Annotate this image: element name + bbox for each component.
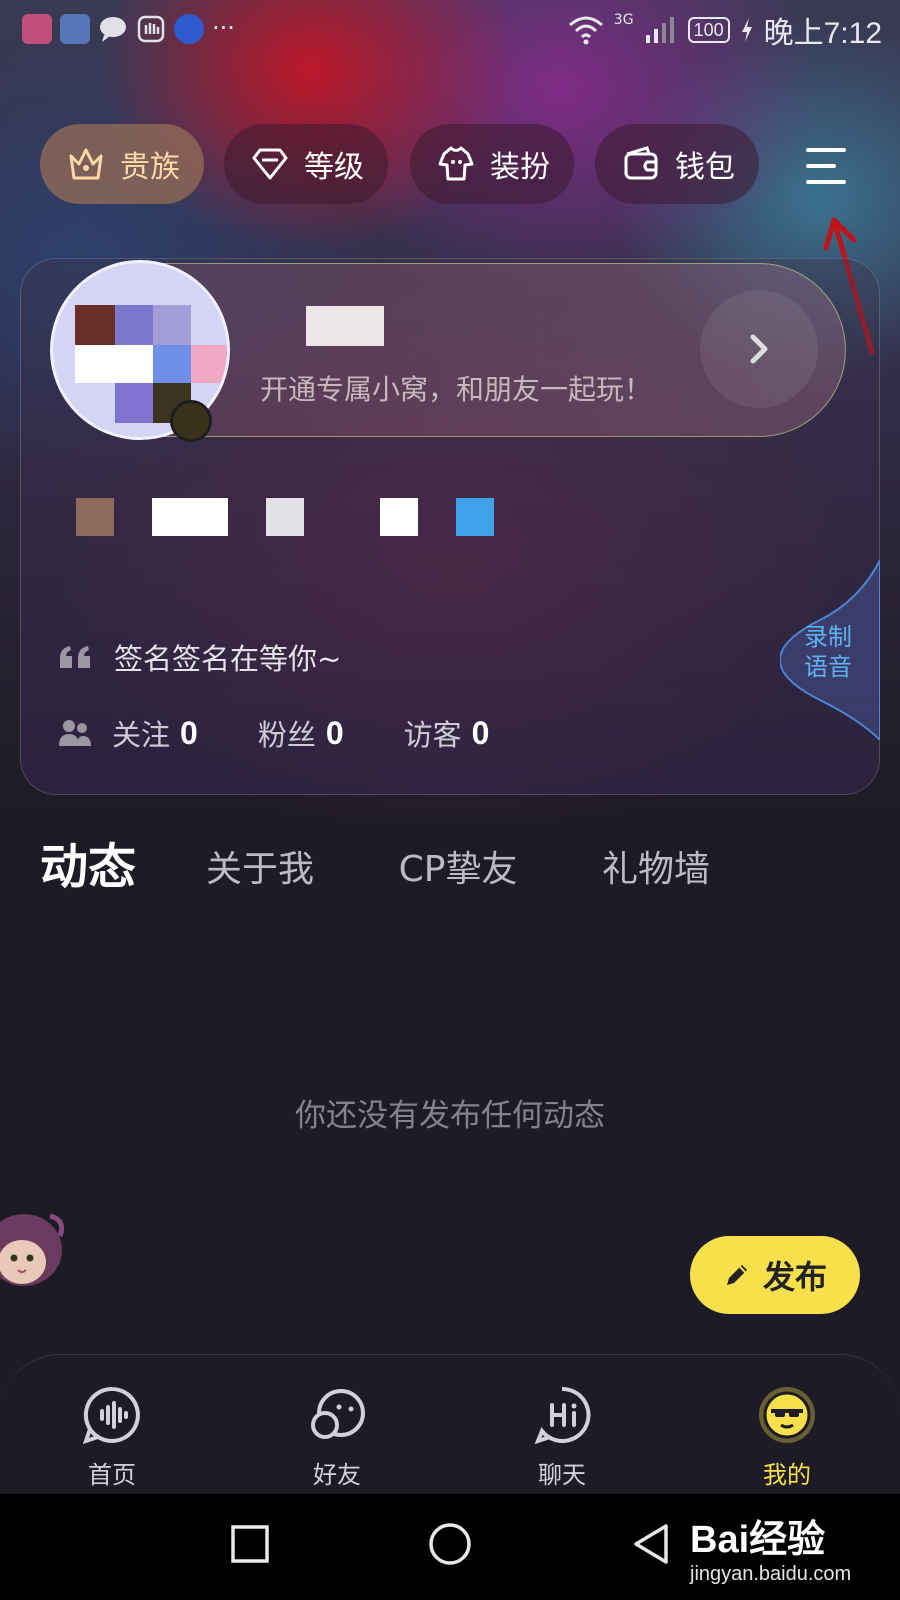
nav-home-label: 首页 — [88, 1461, 136, 1489]
signal-icon — [645, 17, 674, 43]
crown-icon — [64, 142, 108, 186]
outfit-button[interactable]: 装扮 — [410, 124, 574, 204]
record-voice-button[interactable]: 录制 语音 — [800, 622, 856, 682]
tab-about-me[interactable]: 关于我 — [200, 846, 320, 894]
badge — [266, 498, 304, 536]
friends-icon — [311, 1389, 365, 1439]
record-voice-line2: 语音 — [804, 653, 852, 681]
quote-icon — [60, 646, 90, 668]
battery-indicator: 100 — [687, 17, 730, 43]
outfit-icon — [434, 142, 478, 186]
back-icon[interactable] — [630, 1522, 674, 1566]
badge — [152, 498, 228, 536]
charging-icon — [741, 18, 752, 42]
following-label: 关注 — [112, 718, 171, 752]
message-notification-icon — [98, 14, 128, 44]
nav-friends[interactable]: 好友 — [277, 1385, 397, 1490]
app-notification-icon — [22, 14, 52, 44]
wallet-button[interactable]: 钱包 — [595, 124, 759, 204]
username-redacted — [306, 306, 384, 346]
nav-chat[interactable]: 聊天 — [502, 1385, 622, 1490]
outfit-label: 装扮 — [490, 150, 550, 185]
badge-row-redacted — [40, 480, 560, 590]
more-notifications: ··· — [212, 14, 235, 42]
badge — [76, 498, 114, 536]
wallet-icon — [619, 142, 663, 186]
noble-label: 贵族 — [120, 150, 180, 185]
menu-button[interactable] — [798, 138, 854, 194]
people-icon — [59, 720, 91, 746]
fans-stat[interactable]: 粉丝 0 — [258, 712, 344, 754]
nav-me[interactable]: 我的 — [727, 1385, 847, 1490]
weather-notification-icon — [174, 14, 204, 44]
nav-friends-label: 好友 — [313, 1461, 361, 1489]
hand-notification-icon — [136, 14, 166, 44]
fans-label: 粉丝 — [257, 718, 316, 752]
record-voice-line1: 录制 — [804, 623, 852, 651]
watermark-main: Bai经验 — [690, 1519, 826, 1561]
wallet-label: 钱包 — [675, 150, 735, 185]
empty-state-text: 你还没有发布任何动态 — [295, 1098, 605, 1134]
status-dot — [170, 400, 212, 442]
publish-button[interactable]: 发布 — [690, 1236, 860, 1314]
visitors-count: 0 — [471, 714, 490, 751]
level-button[interactable]: 等级 — [224, 124, 388, 204]
fans-count: 0 — [325, 714, 344, 751]
tab-gift-wall[interactable]: 礼物墙 — [596, 846, 716, 894]
tab-cp-friends[interactable]: CP挚友 — [398, 846, 518, 894]
menu-icon — [806, 148, 846, 184]
noble-button[interactable]: 贵族 — [40, 124, 204, 204]
home-voice-icon — [82, 1386, 140, 1445]
watermark: Bai经验 jingyan.baidu.com — [690, 1508, 851, 1586]
nav-chat-label: 聊天 — [538, 1461, 586, 1489]
publish-label: 发布 — [762, 1258, 827, 1296]
signature[interactable]: 签名签名在等你~ — [58, 636, 341, 678]
clock: 晚上7:12 — [763, 17, 882, 50]
recents-icon[interactable] — [230, 1524, 270, 1564]
stats-row: 关注 0 粉丝 0 访客 0 — [58, 712, 549, 754]
banner-text: 开通专属小窝，和朋友一起玩！ — [260, 373, 653, 406]
gem-icon — [248, 142, 292, 186]
me-icon — [759, 1387, 815, 1443]
banner-arrow-button[interactable] — [700, 290, 818, 408]
bottom-nav: 首页 好友 聊天 我的 — [0, 1354, 900, 1494]
badge — [456, 498, 494, 536]
profile-tabs: 动态 关于我 CP挚友 礼物墙 — [0, 840, 900, 956]
watermark-sub: jingyan.baidu.com — [690, 1563, 852, 1585]
app-notification-icon — [60, 14, 90, 44]
wifi-icon — [568, 16, 603, 45]
nav-home[interactable]: 首页 — [52, 1385, 172, 1490]
pencil-icon — [726, 1265, 747, 1285]
nav-me-label: 我的 — [763, 1461, 811, 1489]
network-type: 3G — [613, 12, 634, 28]
badge — [380, 498, 418, 536]
home-circle-icon[interactable] — [428, 1522, 472, 1566]
following-count: 0 — [180, 714, 198, 751]
following-stat[interactable]: 关注 0 — [112, 712, 198, 754]
tab-moments[interactable]: 动态 — [28, 840, 148, 940]
visitors-stat[interactable]: 访客 0 — [404, 712, 490, 754]
signature-text: 签名签名在等你~ — [114, 642, 342, 676]
status-bar: ··· 3G 100 晚上7:12 — [0, 0, 900, 60]
visitors-label: 访客 — [403, 718, 462, 752]
chevron-right-icon — [750, 334, 768, 364]
chat-hi-icon — [534, 1386, 591, 1445]
level-label: 等级 — [304, 150, 364, 185]
mascot-float-icon[interactable] — [0, 1206, 68, 1302]
